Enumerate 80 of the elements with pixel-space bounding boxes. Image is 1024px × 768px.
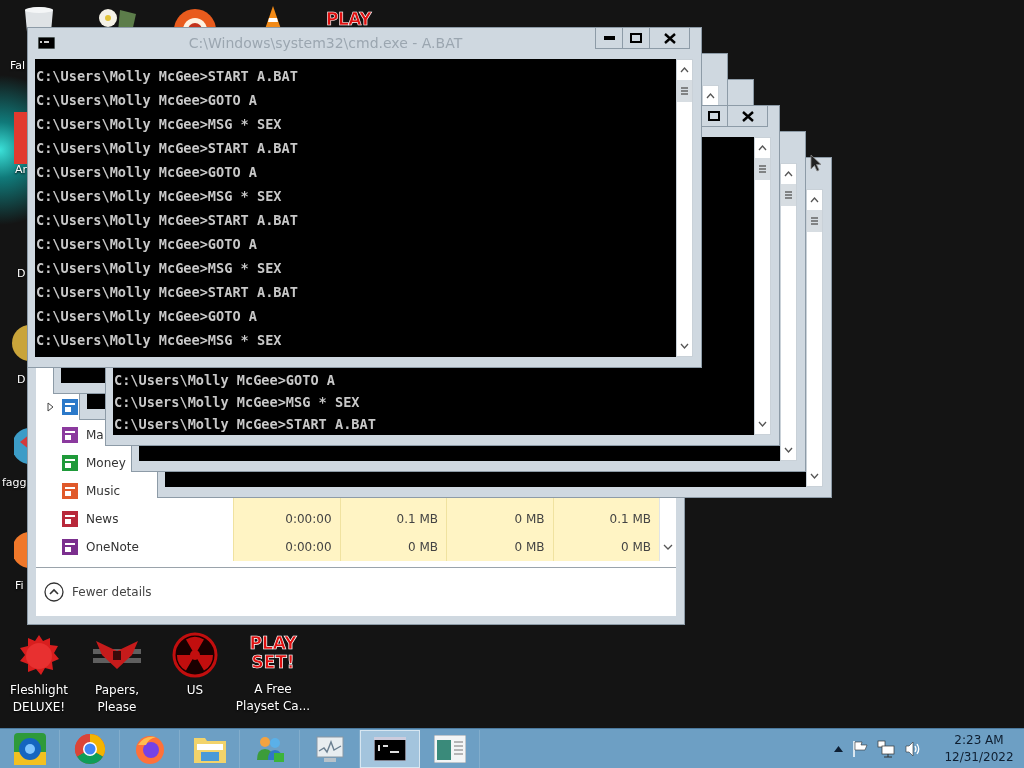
- money-app-icon: [62, 455, 78, 471]
- console-line: C:\Users\Molly McGee>GOTO A: [36, 235, 258, 254]
- table-cell: 0 MB: [446, 533, 553, 561]
- show-hidden-icons-icon[interactable]: [834, 745, 843, 752]
- close-icon: [663, 32, 676, 44]
- console-line: C:\Users\Molly McGee>MSG * SEX: [36, 115, 283, 134]
- console-line: C:\Users\Molly McGee>START A.BAT: [36, 211, 299, 230]
- desktop-icon-label[interactable]: Fi: [15, 578, 24, 594]
- news-app-icon: [62, 511, 78, 527]
- table-cell: 0.1 MB: [339, 505, 447, 533]
- table-cell: 0:00:00: [233, 505, 340, 533]
- speaker-icon[interactable]: [904, 739, 922, 758]
- minimize-button[interactable]: [595, 28, 623, 49]
- mouse-cursor-icon: [810, 154, 822, 172]
- collapse-icon: [44, 582, 64, 602]
- fewer-details-button[interactable]: Fewer details: [42, 580, 154, 604]
- console-line: C:\Users\Molly McGee>START A.BAT: [114, 415, 377, 434]
- scroll-thumb[interactable]: [755, 158, 770, 180]
- playset-logo[interactable]: PLAY SET!: [245, 634, 301, 672]
- console-line: C:\Users\Molly McGee>START A.BAT: [36, 283, 299, 302]
- scroll-bar[interactable]: [754, 137, 771, 435]
- maps-app-icon: [62, 427, 78, 443]
- chrome-icon: [73, 732, 106, 765]
- desktop-icon-label[interactable]: Ar: [15, 162, 28, 178]
- desktop-icon-label[interactable]: A Free Playset Ca...: [235, 681, 311, 715]
- scroll-bar[interactable]: [780, 163, 797, 461]
- console-icon: [38, 37, 55, 49]
- desktop-icon-label[interactable]: D: [17, 266, 26, 282]
- table-cell: 0:00:00: [233, 533, 340, 561]
- console-line: C:\Users\Molly McGee>MSG * SEX: [36, 187, 283, 206]
- desktop-icon-label[interactable]: US: [157, 682, 233, 699]
- process-name: Money: [86, 456, 126, 470]
- desktop-icon-label[interactable]: Papers, Please: [79, 682, 155, 716]
- network-icon[interactable]: [877, 739, 895, 758]
- application-window-icon: [433, 734, 466, 763]
- process-name: Music: [86, 484, 121, 498]
- minimize-icon: [603, 36, 615, 40]
- desktop-icon-label[interactable]: Fal: [10, 58, 26, 74]
- scroll-thumb[interactable]: [781, 184, 796, 206]
- onenote-app-icon: [62, 539, 78, 555]
- performance-monitor-icon: [313, 733, 346, 764]
- expand-arrow-icon[interactable]: [47, 402, 54, 412]
- scroll-bar[interactable]: [806, 189, 823, 487]
- console-line: C:\Users\Molly McGee>GOTO A: [36, 307, 258, 326]
- table-cell: 0 MB: [552, 533, 660, 561]
- scroll-bar[interactable]: [676, 59, 693, 357]
- console-line: C:\Users\Molly McGee>START A.BAT: [36, 67, 299, 86]
- desktop-icon-label[interactable]: Fleshlight DELUXE!: [1, 682, 77, 716]
- scroll-thumb[interactable]: [807, 210, 822, 232]
- clock-date[interactable]: 12/31/2022: [944, 748, 1014, 766]
- flag-icon[interactable]: [852, 739, 868, 758]
- music-app-icon: [62, 483, 78, 499]
- close-button[interactable]: [727, 106, 768, 127]
- console-line: C:\Users\Molly McGee>MSG * SEX: [36, 331, 283, 350]
- mail-app-icon: [62, 399, 78, 415]
- console-line: C:\Users\Molly McGee>MSG * SEX: [114, 393, 361, 412]
- process-name: Ma: [86, 428, 104, 442]
- console-line: C:\Users\Molly McGee>START A.BAT: [36, 139, 299, 158]
- table-cell: 0.1 MB: [552, 505, 660, 533]
- process-name: OneNote: [86, 540, 139, 554]
- play-logo[interactable]: PLAY: [326, 10, 372, 28]
- console-line: C:\Users\Molly McGee>GOTO A: [36, 91, 258, 110]
- console-line: C:\Users\Molly McGee>GOTO A: [36, 163, 258, 182]
- process-name: News: [86, 512, 119, 526]
- desktop-icon-label[interactable]: fagg: [2, 475, 27, 491]
- scroll-thumb[interactable]: [677, 80, 692, 102]
- table-cell: 0 MB: [446, 505, 553, 533]
- console-icon: [374, 736, 406, 761]
- console-line: C:\Users\Molly McGee>MSG * SEX: [36, 259, 283, 278]
- maximize-icon: [708, 111, 720, 121]
- maximize-icon: [630, 33, 642, 43]
- close-button[interactable]: [649, 28, 690, 49]
- console-line: C:\Users\Molly McGee>GOTO A: [114, 371, 336, 390]
- radiation-icon[interactable]: [172, 632, 218, 678]
- desktop-icon-label[interactable]: D: [17, 372, 26, 388]
- close-icon: [741, 110, 754, 122]
- taskbar-button[interactable]: [360, 729, 420, 768]
- table-cell: 0 MB: [339, 533, 447, 561]
- globe-icon: [12, 731, 47, 766]
- clock-time[interactable]: 2:23 AM: [954, 731, 1004, 749]
